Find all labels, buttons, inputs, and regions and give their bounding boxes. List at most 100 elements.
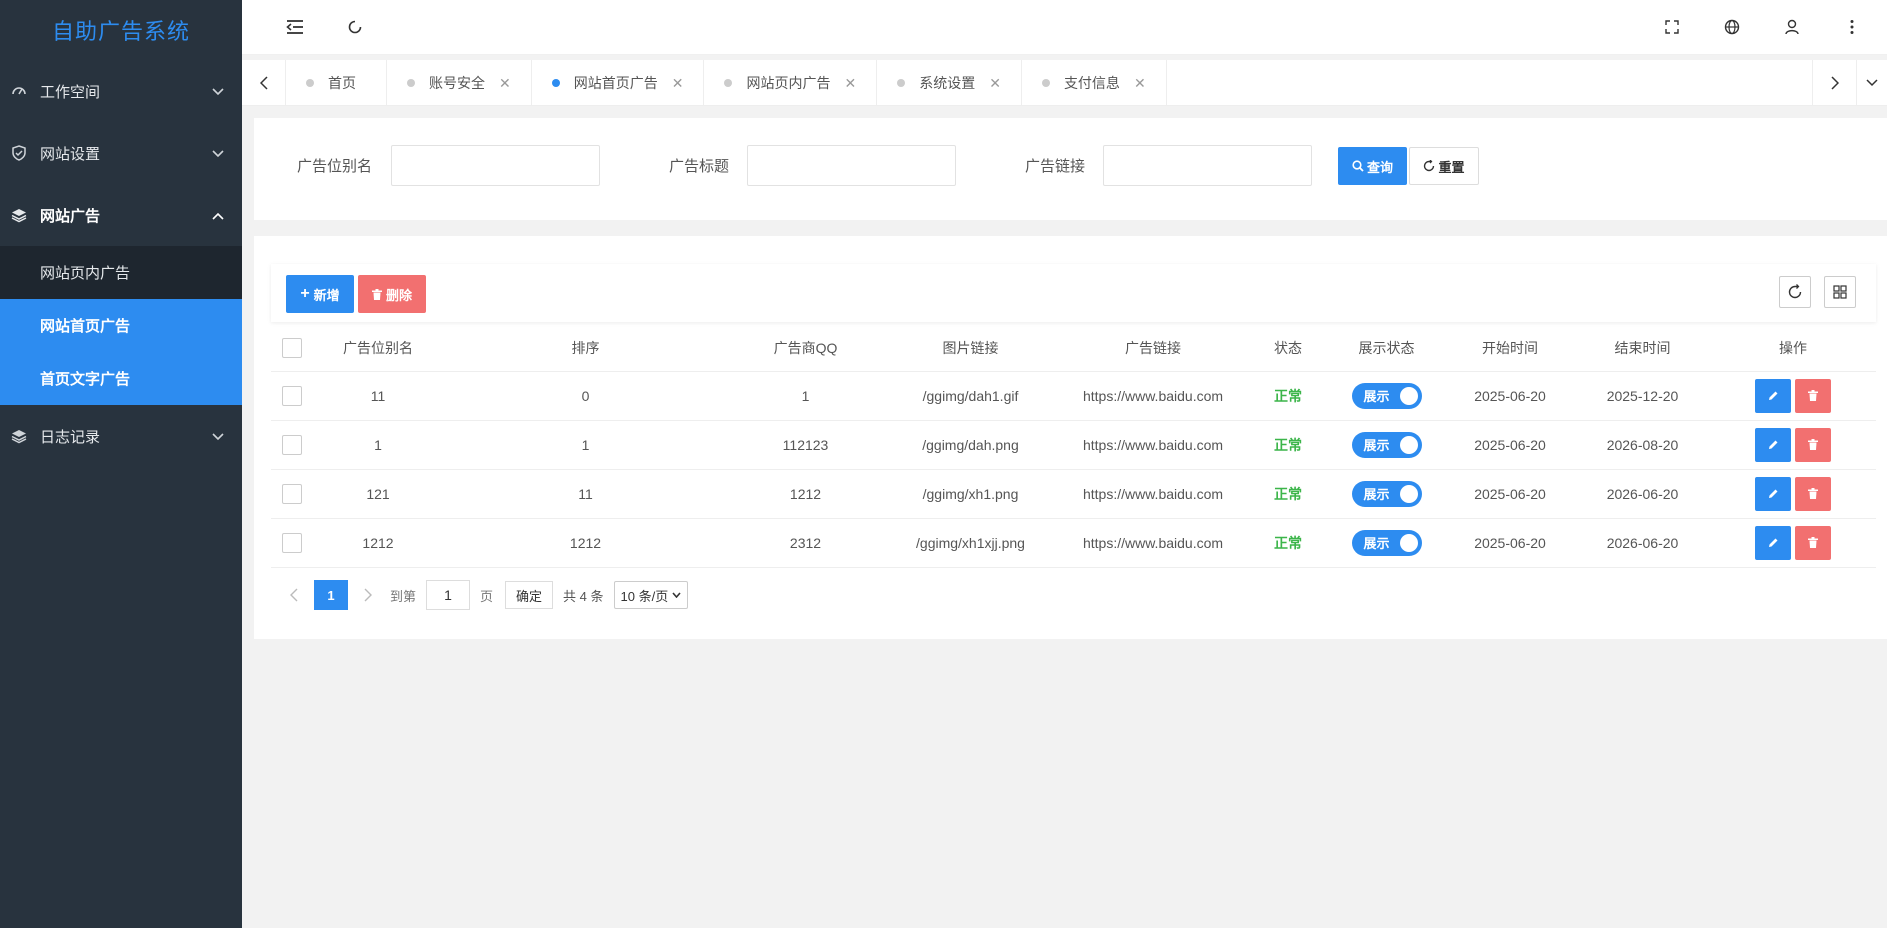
tab-system-settings[interactable]: 系统设置 ✕ (877, 60, 1022, 106)
pencil-icon (1768, 390, 1779, 401)
tabs-scroll-left-icon[interactable] (242, 60, 286, 106)
chevron-down-icon (672, 592, 681, 598)
search-input-alias[interactable] (391, 145, 600, 186)
close-icon[interactable]: ✕ (499, 75, 511, 92)
row-delete-button[interactable] (1795, 427, 1831, 462)
edit-button[interactable] (1755, 378, 1791, 413)
sidebar-item-inpage-ads[interactable]: 网站页内广告 (0, 246, 242, 299)
trash-icon (1808, 488, 1818, 499)
column-header[interactable]: 广告位别名 (313, 326, 443, 372)
toggle-knob (1399, 386, 1418, 405)
add-button[interactable]: + 新增 (286, 275, 354, 313)
goto-page-input[interactable]: 1 (426, 580, 471, 610)
sidebar-item-home-ads[interactable]: 网站首页广告 (0, 299, 242, 352)
query-button-label: 查询 (1366, 159, 1393, 175)
table-header-row: 广告位别名 排序 广告商QQ 图片链接 广告链接 状态 展示状态 开始时间 结束… (271, 326, 1876, 372)
chevron-up-icon (212, 207, 224, 224)
table-toolbar: + 新增 删除 (271, 264, 1876, 322)
tab-account-security[interactable]: 账号安全 ✕ (387, 60, 532, 106)
cell-end-time: 2026-06-20 (1575, 518, 1710, 568)
table-refresh-icon[interactable] (1779, 276, 1811, 308)
layers-icon (10, 427, 28, 445)
goto-label: 到第 (390, 588, 417, 604)
page-number-current[interactable]: 1 (314, 580, 348, 610)
edit-button[interactable] (1755, 427, 1791, 462)
cell-alias: 1212 (313, 518, 443, 568)
row-checkbox[interactable] (282, 434, 302, 455)
tabs-scroll-right-icon[interactable] (1812, 60, 1856, 106)
row-checkbox[interactable] (282, 483, 302, 504)
tab-dot (724, 79, 733, 87)
reset-button[interactable]: 重置 (1409, 147, 1479, 185)
display-toggle[interactable]: 展示 (1351, 382, 1422, 409)
edit-button[interactable] (1755, 476, 1791, 511)
search-icon (1352, 160, 1364, 172)
pencil-icon (1768, 439, 1779, 450)
sidebar-group-logs[interactable]: 日志记录 (0, 405, 242, 467)
refresh-icon[interactable] (342, 14, 368, 40)
edit-button[interactable] (1755, 525, 1791, 560)
fullscreen-icon[interactable] (1659, 14, 1685, 40)
sidebar-group-label: 网站广告 (40, 207, 101, 225)
column-header[interactable]: 展示状态 (1328, 326, 1445, 372)
sidebar-group-site-settings[interactable]: 网站设置 (0, 122, 242, 184)
column-header[interactable]: 状态 (1248, 326, 1328, 372)
sidebar-group-workspace[interactable]: 工作空间 (0, 60, 242, 122)
column-header[interactable]: 图片链接 (883, 326, 1058, 372)
tab-payment-info[interactable]: 支付信息 ✕ (1022, 60, 1167, 106)
close-icon[interactable]: ✕ (844, 75, 856, 92)
sidebar-group-label: 工作空间 (40, 83, 101, 101)
column-header[interactable]: 排序 (443, 326, 728, 372)
collapse-menu-icon[interactable] (282, 14, 308, 40)
sidebar-item-home-text-ads[interactable]: 首页文字广告 (0, 352, 242, 405)
display-toggle-label: 展示 (1363, 487, 1390, 502)
row-delete-button[interactable] (1795, 378, 1831, 413)
sidebar-item-label: 网站页内广告 (40, 265, 131, 282)
column-settings-icon[interactable] (1824, 276, 1856, 308)
search-label-title: 广告标题 (669, 158, 730, 175)
close-icon[interactable]: ✕ (989, 75, 1001, 92)
tab-inpage-ads[interactable]: 网站页内广告 ✕ (704, 60, 878, 106)
select-all-checkbox[interactable] (282, 338, 302, 359)
tab-home-ads[interactable]: 网站首页广告 ✕ (532, 60, 705, 106)
column-header[interactable]: 结束时间 (1575, 326, 1710, 372)
tabs-menu-chevron-down-icon[interactable] (1856, 60, 1887, 106)
display-toggle[interactable]: 展示 (1351, 480, 1422, 507)
row-checkbox[interactable] (282, 385, 302, 406)
delete-button-label: 删除 (385, 287, 412, 303)
display-toggle[interactable]: 展示 (1351, 529, 1422, 556)
search-input-title[interactable] (747, 145, 956, 186)
next-page-icon[interactable] (356, 581, 380, 609)
cell-image-link: /ggimg/xh1.png (883, 469, 1058, 519)
display-toggle[interactable]: 展示 (1351, 431, 1422, 458)
delete-button[interactable]: 删除 (358, 275, 426, 313)
cell-sort: 1212 (443, 518, 728, 568)
close-icon[interactable]: ✕ (1134, 75, 1146, 92)
page-size-select[interactable]: 10 条/页 (613, 581, 689, 609)
goto-confirm-button[interactable]: 确定 (505, 581, 554, 609)
chevron-down-icon (212, 428, 224, 445)
tab-home[interactable]: 首页 (286, 60, 387, 106)
search-input-link[interactable] (1103, 145, 1312, 186)
sidebar-group-site-ads[interactable]: 网站广告 (0, 184, 242, 246)
cell-actions (1710, 420, 1876, 470)
more-vertical-icon[interactable] (1839, 14, 1865, 40)
globe-icon[interactable] (1719, 14, 1745, 40)
tab-dot (306, 79, 314, 87)
close-icon[interactable]: ✕ (672, 75, 684, 92)
table-row: 121 11 1212 /ggimg/xh1.png https://www.b… (271, 469, 1876, 519)
toggle-knob (1399, 484, 1418, 503)
display-toggle-label: 展示 (1363, 438, 1390, 453)
row-delete-button[interactable] (1795, 525, 1831, 560)
column-header[interactable]: 开始时间 (1445, 326, 1575, 372)
row-checkbox[interactable] (282, 532, 302, 553)
column-header[interactable]: 广告链接 (1058, 326, 1248, 372)
shield-check-icon (10, 144, 28, 162)
row-delete-button[interactable] (1795, 476, 1831, 511)
cell-qq: 2312 (728, 518, 883, 568)
prev-page-icon[interactable] (282, 581, 306, 609)
column-header[interactable]: 广告商QQ (728, 326, 883, 372)
user-icon[interactable] (1779, 14, 1805, 40)
query-button[interactable]: 查询 (1338, 147, 1407, 185)
table-row: 1212 1212 2312 /ggimg/xh1xjj.png https:/… (271, 518, 1876, 568)
